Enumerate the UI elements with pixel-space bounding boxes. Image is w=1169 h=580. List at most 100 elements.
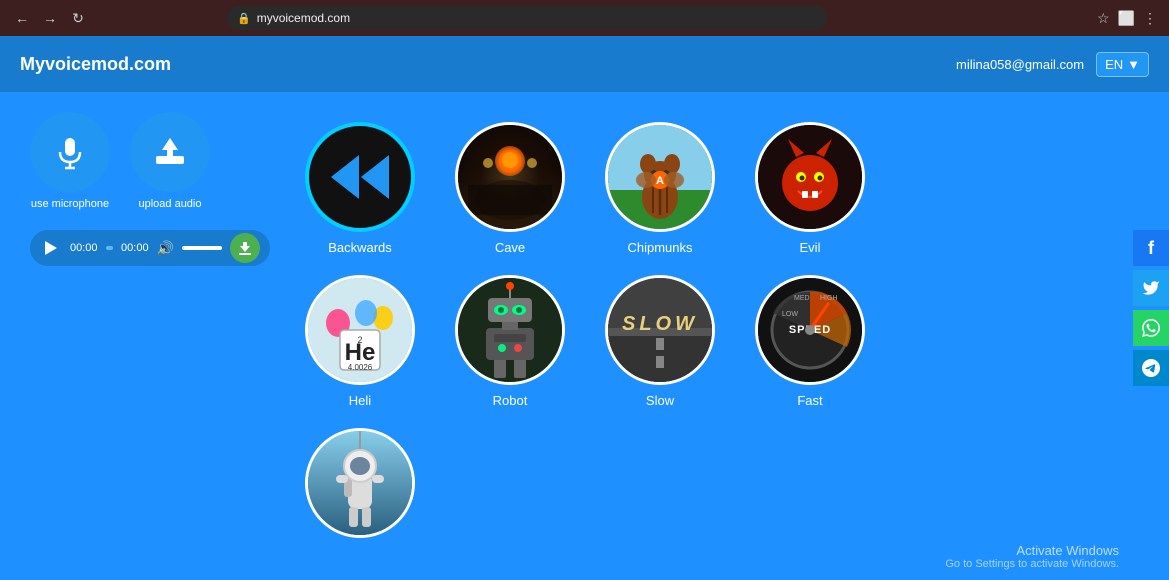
effect-label-backwards: Backwards xyxy=(328,240,392,255)
audio-player: 00:00 00:00 🔊 xyxy=(30,230,270,266)
main-page: Myvoicemod.com milina058@gmail.com EN ▼ xyxy=(0,36,1169,580)
facebook-icon: f xyxy=(1148,238,1154,259)
whatsapp-button[interactable] xyxy=(1133,310,1169,346)
arrow-left-1 xyxy=(331,155,359,199)
upload-label: upload audio xyxy=(138,198,201,210)
backwards-arrows xyxy=(331,155,389,199)
upload-button[interactable] xyxy=(130,112,210,192)
svg-text:LOW: LOW xyxy=(782,311,798,318)
right-panel: Backwards xyxy=(290,112,1139,560)
header: Myvoicemod.com milina058@gmail.com EN ▼ xyxy=(0,36,1169,92)
facebook-button[interactable]: f xyxy=(1133,230,1169,266)
fast-scene: LOW MED HIGH SPEED xyxy=(758,278,862,382)
twitter-icon xyxy=(1142,279,1160,297)
url-bar[interactable]: 🔒 myvoicemod.com xyxy=(227,6,827,30)
microphone-icon xyxy=(52,134,88,170)
svg-text:A: A xyxy=(656,175,664,187)
mic-upload-row: use microphone upload audio xyxy=(30,112,270,210)
heli-bg: 2 He 4.0026 xyxy=(308,278,412,382)
slow-scene: SLOW xyxy=(608,278,712,382)
content: use microphone upload audio xyxy=(0,92,1169,580)
reload-button[interactable]: ↻ xyxy=(68,8,88,28)
volume-bar[interactable] xyxy=(182,246,222,250)
header-right: milina058@gmail.com EN ▼ xyxy=(956,52,1149,77)
robot-scene xyxy=(458,278,562,382)
effect-backwards[interactable]: Backwards xyxy=(300,122,420,255)
effect-circle-heli: 2 He 4.0026 xyxy=(305,275,415,385)
effect-heli[interactable]: 2 He 4.0026 Heli xyxy=(300,275,420,408)
effect-label-robot: Robot xyxy=(493,393,528,408)
heli-scene: 2 He 4.0026 xyxy=(308,278,412,382)
twitter-button[interactable] xyxy=(1133,270,1169,306)
effect-label-slow: Slow xyxy=(646,393,674,408)
url-text: myvoicemod.com xyxy=(257,11,350,25)
effect-circle-slow: SLOW xyxy=(605,275,715,385)
effect-slow[interactable]: SLOW Slow xyxy=(600,275,720,408)
social-sidebar: f xyxy=(1133,230,1169,386)
progress-bar[interactable] xyxy=(106,246,114,250)
effect-circle-chipmunks: A xyxy=(605,122,715,232)
telegram-icon xyxy=(1142,359,1160,377)
astronaut-scene xyxy=(308,431,412,535)
chevron-down-icon: ▼ xyxy=(1127,57,1140,72)
robot-bg xyxy=(458,278,562,382)
effect-circle-backwards xyxy=(305,122,415,232)
effect-label-evil: Evil xyxy=(800,240,821,255)
microphone-button[interactable] xyxy=(30,112,110,192)
effect-astronaut[interactable] xyxy=(300,428,420,546)
play-button[interactable] xyxy=(40,237,62,259)
mic-label: use microphone xyxy=(31,198,109,210)
user-email: milina058@gmail.com xyxy=(956,57,1084,72)
effect-chipmunks[interactable]: A Chipmunks xyxy=(600,122,720,255)
astronaut-bg xyxy=(308,431,412,535)
effect-circle-fast: LOW MED HIGH SPEED xyxy=(755,275,865,385)
svg-text:MED: MED xyxy=(794,295,810,302)
upload-section: upload audio xyxy=(130,112,210,210)
effect-circle-cave xyxy=(455,122,565,232)
download-icon xyxy=(237,240,253,256)
browser-actions: ☆ ⬜ ⋮ xyxy=(1097,10,1157,27)
time-current: 00:00 xyxy=(70,242,98,254)
settings-icon[interactable]: ⋮ xyxy=(1143,10,1157,27)
download-button[interactable] xyxy=(230,233,260,263)
language-selector[interactable]: EN ▼ xyxy=(1096,52,1149,77)
effect-label-heli: Heli xyxy=(349,393,371,408)
upload-icon xyxy=(152,134,188,170)
star-icon[interactable]: ☆ xyxy=(1097,10,1110,27)
svg-text:SLOW: SLOW xyxy=(622,313,698,335)
effect-label-fast: Fast xyxy=(797,393,822,408)
lock-icon: 🔒 xyxy=(237,12,251,25)
effect-label-chipmunks: Chipmunks xyxy=(627,240,692,255)
svg-text:HIGH: HIGH xyxy=(820,295,838,302)
time-total: 00:00 xyxy=(121,242,149,254)
whatsapp-icon xyxy=(1142,319,1160,337)
logo: Myvoicemod.com xyxy=(20,54,171,75)
svg-text:4.0026: 4.0026 xyxy=(348,363,373,372)
arrow-left-2 xyxy=(361,155,389,199)
cave-scene xyxy=(458,125,562,229)
extension-icon[interactable]: ⬜ xyxy=(1118,10,1135,27)
effect-fast[interactable]: LOW MED HIGH SPEED Fast xyxy=(750,275,870,408)
backwards-bg xyxy=(309,126,411,228)
back-button[interactable]: ← xyxy=(12,8,32,28)
play-icon xyxy=(45,241,57,255)
effect-circle-astronaut xyxy=(305,428,415,538)
svg-text:He: He xyxy=(345,339,376,366)
telegram-button[interactable] xyxy=(1133,350,1169,386)
evil-bg xyxy=(758,125,862,229)
effect-circle-evil xyxy=(755,122,865,232)
chipmunks-bg: A xyxy=(608,125,712,229)
effect-evil[interactable]: Evil xyxy=(750,122,870,255)
activate-windows-notice: Activate Windows Go to Settings to activ… xyxy=(945,543,1119,570)
activate-subtitle: Go to Settings to activate Windows. xyxy=(945,558,1119,570)
speaker-icon[interactable]: 🔊 xyxy=(157,240,174,257)
fast-bg: LOW MED HIGH SPEED xyxy=(758,278,862,382)
effect-robot[interactable]: Robot xyxy=(450,275,570,408)
effect-cave[interactable]: Cave xyxy=(450,122,570,255)
cave-bg xyxy=(458,125,562,229)
slow-bg: SLOW xyxy=(608,278,712,382)
forward-button[interactable]: → xyxy=(40,8,60,28)
lang-label: EN xyxy=(1105,57,1123,72)
browser-chrome: ← → ↻ 🔒 myvoicemod.com ☆ ⬜ ⋮ xyxy=(0,0,1169,36)
effect-circle-robot xyxy=(455,275,565,385)
